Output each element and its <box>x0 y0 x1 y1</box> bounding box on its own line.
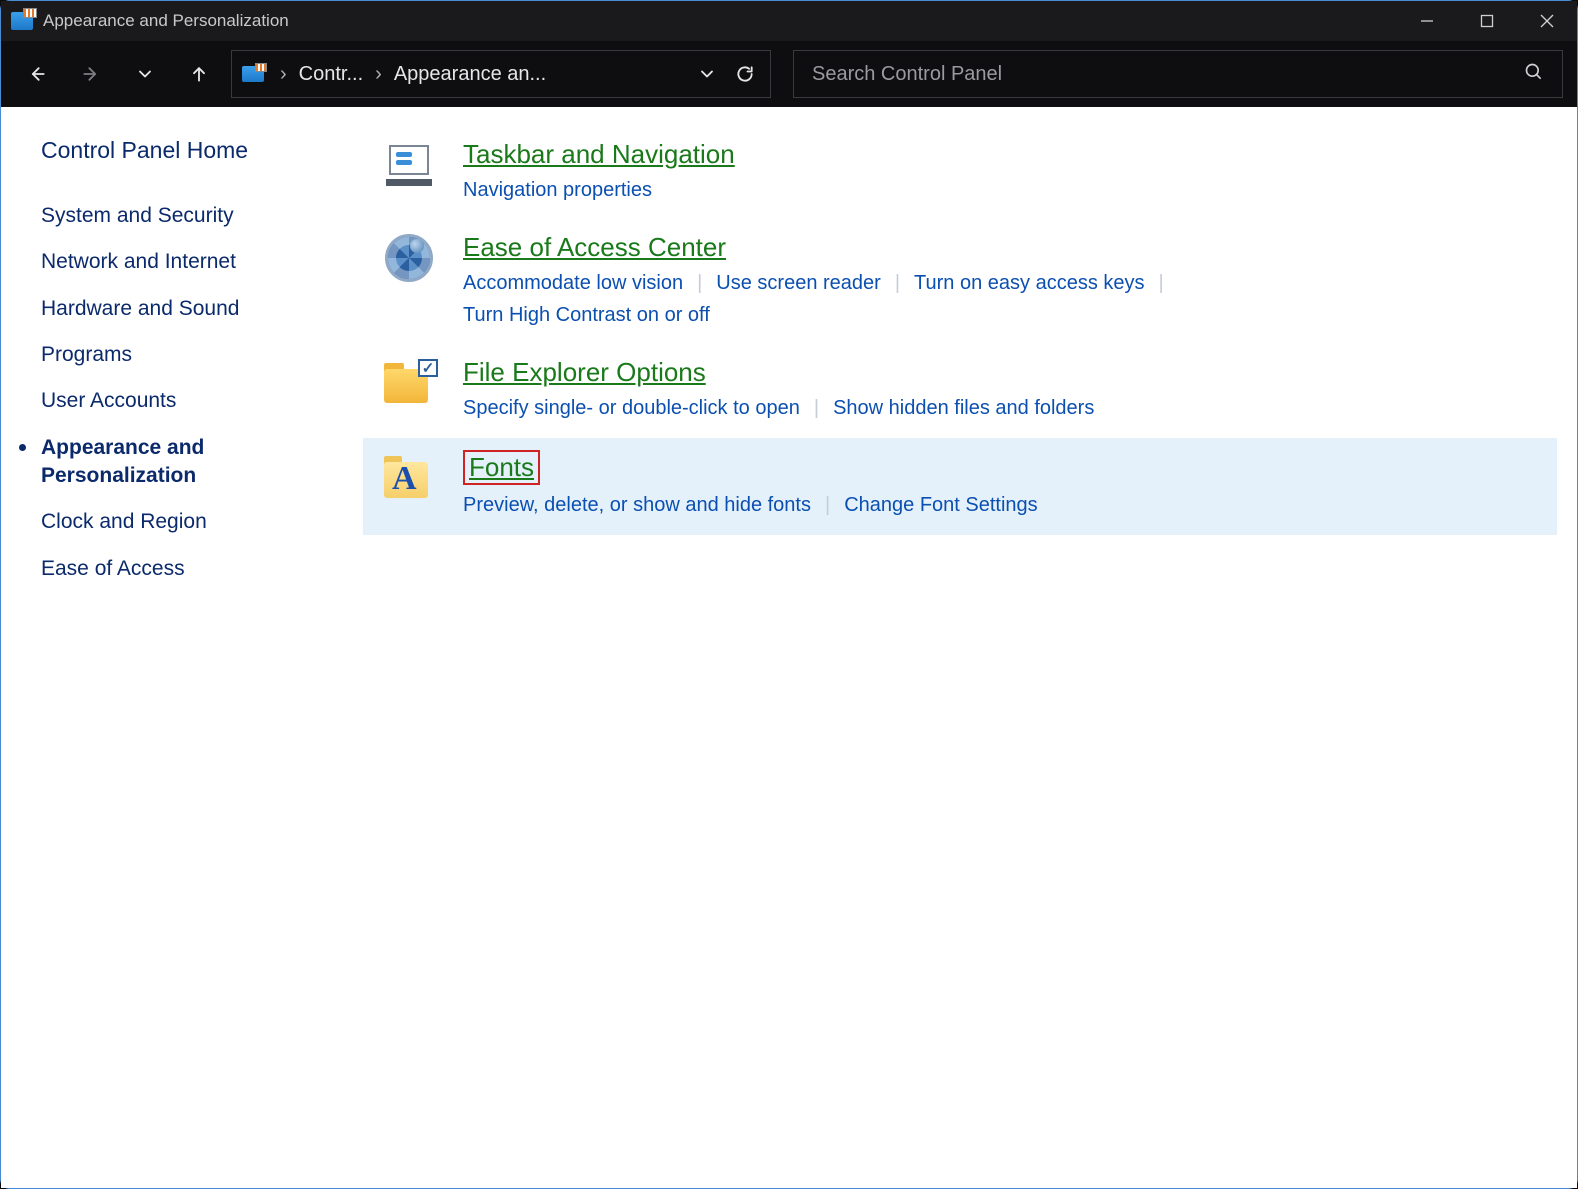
sidebar-item-hardware-sound[interactable]: Hardware and Sound <box>41 295 333 323</box>
link-high-contrast[interactable]: Turn High Contrast on or off <box>463 304 710 326</box>
address-dropdown[interactable] <box>692 52 722 96</box>
current-indicator-icon <box>19 444 26 451</box>
breadcrumb-current[interactable]: Appearance an... <box>394 63 546 86</box>
category-file-explorer-options: ✓ File Explorer Options Specify single- … <box>363 345 1557 438</box>
taskbar-icon <box>383 139 435 191</box>
category-title-taskbar[interactable]: Taskbar and Navigation <box>463 139 735 170</box>
link-preview-delete-fonts[interactable]: Preview, delete, or show and hide fonts <box>463 494 811 516</box>
main-panel: Taskbar and Navigation Navigation proper… <box>363 107 1577 1188</box>
close-button[interactable] <box>1517 1 1577 41</box>
back-button[interactable] <box>15 52 59 96</box>
navbar: › Contr... › Appearance an... <box>1 41 1577 107</box>
sidebar-item-clock-region[interactable]: Clock and Region <box>41 508 333 536</box>
sidebar-home[interactable]: Control Panel Home <box>41 135 333 166</box>
up-button[interactable] <box>177 52 221 96</box>
sidebar-item-network-internet[interactable]: Network and Internet <box>41 248 333 276</box>
folder-options-icon: ✓ <box>383 357 435 409</box>
chevron-right-icon[interactable]: › <box>371 63 386 86</box>
category-taskbar-navigation: Taskbar and Navigation Navigation proper… <box>363 127 1557 220</box>
category-ease-of-access: Ease of Access Center Accommodate low vi… <box>363 220 1557 345</box>
sidebar-item-system-security[interactable]: System and Security <box>41 202 333 230</box>
category-title-fonts[interactable]: Fonts <box>463 450 540 485</box>
maximize-button[interactable] <box>1457 1 1517 41</box>
sidebar: Control Panel Home System and Security N… <box>1 107 363 1188</box>
link-easy-access-keys[interactable]: Turn on easy access keys <box>914 272 1144 294</box>
search-icon[interactable] <box>1524 62 1544 87</box>
sidebar-item-appearance-personalization[interactable]: Appearance and Personalization <box>41 434 333 491</box>
control-panel-icon <box>11 12 33 30</box>
link-navigation-properties[interactable]: Navigation properties <box>463 179 652 201</box>
link-change-font-settings[interactable]: Change Font Settings <box>844 494 1037 516</box>
titlebar: Appearance and Personalization <box>1 1 1577 41</box>
sidebar-item-user-accounts[interactable]: User Accounts <box>41 387 333 415</box>
minimize-button[interactable] <box>1397 1 1457 41</box>
chevron-right-icon[interactable]: › <box>276 63 291 86</box>
window-title: Appearance and Personalization <box>43 11 289 31</box>
breadcrumb-control-panel[interactable]: Contr... <box>299 63 363 86</box>
forward-button[interactable] <box>69 52 113 96</box>
link-show-hidden-files[interactable]: Show hidden files and folders <box>833 397 1094 419</box>
recent-dropdown[interactable] <box>123 52 167 96</box>
category-title-ease-of-access[interactable]: Ease of Access Center <box>463 232 726 263</box>
fonts-icon: A <box>383 450 435 502</box>
link-accommodate-low-vision[interactable]: Accommodate low vision <box>463 272 683 294</box>
link-use-screen-reader[interactable]: Use screen reader <box>716 272 881 294</box>
refresh-button[interactable] <box>730 52 760 96</box>
control-panel-icon <box>242 66 264 82</box>
ease-of-access-icon <box>383 232 435 284</box>
category-fonts[interactable]: A Fonts Preview, delete, or show and hid… <box>363 438 1557 535</box>
address-bar[interactable]: › Contr... › Appearance an... <box>231 50 771 98</box>
search-box[interactable] <box>793 50 1563 98</box>
search-input[interactable] <box>812 63 1524 86</box>
sidebar-item-ease-of-access[interactable]: Ease of Access <box>41 555 333 583</box>
category-title-file-explorer[interactable]: File Explorer Options <box>463 357 706 388</box>
sidebar-item-programs[interactable]: Programs <box>41 341 333 369</box>
link-single-double-click[interactable]: Specify single- or double-click to open <box>463 397 800 419</box>
